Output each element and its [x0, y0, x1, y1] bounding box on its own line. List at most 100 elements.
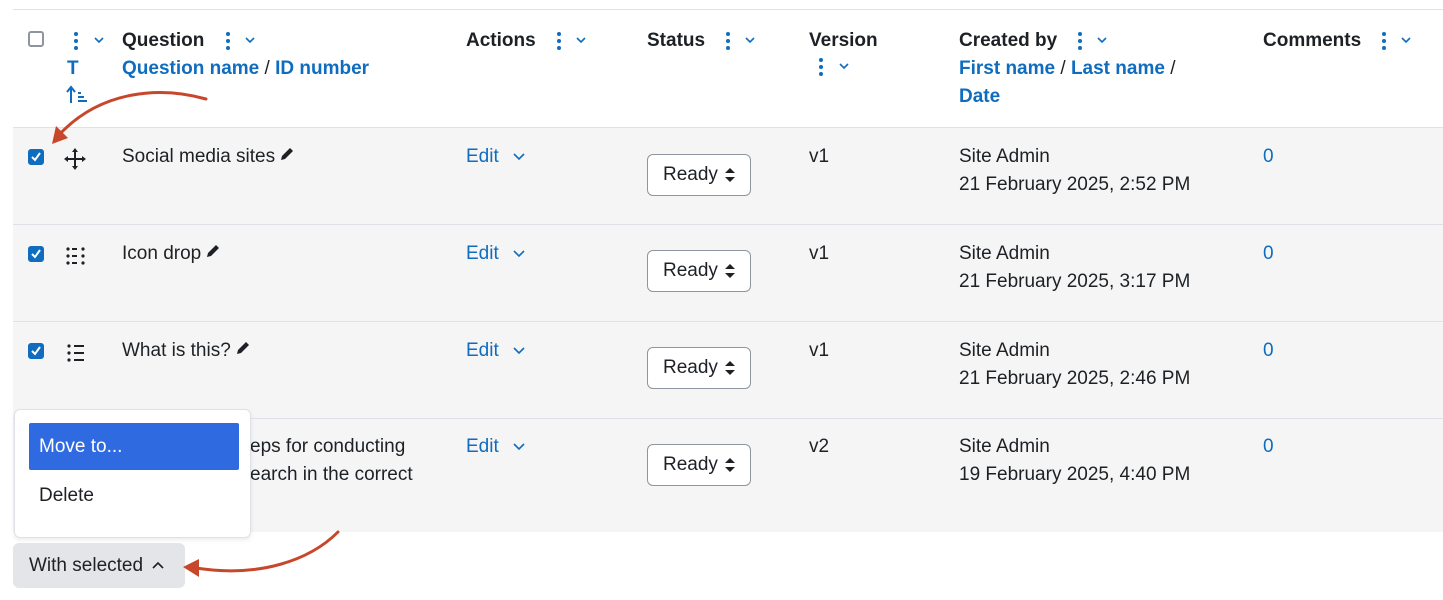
column-menu-icon[interactable]: [63, 27, 107, 55]
edit-label: Edit: [466, 436, 499, 457]
arrow-head-icon: [183, 559, 199, 577]
edit-label: Edit: [466, 146, 499, 167]
table-row: Social media sites Edit Ready v1 Site Ad…: [13, 128, 1443, 225]
status-value: Ready: [663, 260, 718, 281]
created-date: 19 February 2025, 4:40 PM: [959, 464, 1191, 485]
created-date: 21 February 2025, 3:17 PM: [959, 271, 1191, 292]
column-menu-icon[interactable]: [1380, 29, 1418, 53]
question-name-cell: Social media sites: [122, 143, 295, 171]
status-select[interactable]: Ready: [647, 347, 751, 389]
pencil-icon[interactable]: [205, 240, 221, 268]
comments-count-link[interactable]: 0: [1263, 433, 1274, 461]
column-menu-icon[interactable]: [555, 29, 593, 53]
sort-asc-icon[interactable]: [66, 83, 90, 116]
version: v1: [809, 146, 830, 167]
select-arrows-icon: [725, 361, 735, 375]
creator-name: Site Admin: [959, 243, 1050, 264]
actions-header: Actions: [466, 27, 593, 55]
id-number-sort-link[interactable]: ID number: [275, 58, 369, 79]
grid-dots-icon: [65, 246, 87, 275]
pencil-icon[interactable]: [279, 143, 295, 171]
column-menu-icon[interactable]: [812, 55, 850, 79]
chevron-down-icon: [513, 347, 525, 355]
delete-menu-item[interactable]: Delete: [29, 472, 239, 519]
table-header: T Question Question name / ID number Act…: [13, 10, 1443, 129]
separator: /: [1170, 58, 1176, 79]
comments-count-link[interactable]: 0: [1263, 240, 1274, 268]
row-checkbox[interactable]: [28, 149, 44, 165]
separator: /: [264, 58, 270, 79]
type-sort-link[interactable]: T: [67, 55, 79, 83]
version-header: Version: [809, 27, 878, 88]
creator-name: Site Admin: [959, 436, 1050, 457]
comments-header: Comments: [1263, 27, 1418, 55]
select-all-checkbox[interactable]: [28, 31, 44, 47]
created-by-header: Created by First name / Last name / Date: [959, 27, 1175, 111]
edit-menu-button[interactable]: Edit: [466, 337, 526, 365]
chevron-down-icon: [513, 250, 525, 258]
status-select[interactable]: Ready: [647, 444, 751, 486]
status-select[interactable]: Ready: [647, 250, 751, 292]
chevron-up-icon: [152, 561, 164, 569]
status-value: Ready: [663, 357, 718, 378]
status-column-menu[interactable]: [724, 29, 762, 53]
edit-menu-button[interactable]: Edit: [466, 143, 526, 171]
created-date: 21 February 2025, 2:52 PM: [959, 174, 1191, 195]
chevron-down-icon: [513, 153, 525, 161]
status-label: Status: [647, 30, 706, 51]
version-label: Version: [809, 30, 878, 51]
comments-count-link[interactable]: 0: [1263, 143, 1274, 171]
date-sort-link[interactable]: Date: [959, 86, 1000, 107]
select-arrows-icon: [725, 458, 735, 472]
edit-label: Edit: [466, 243, 499, 264]
move-icon: [64, 148, 86, 179]
created-by-cell: Site Admin 21 February 2025, 2:46 PM: [959, 337, 1190, 393]
version-column-menu[interactable]: [812, 55, 850, 88]
version: v1: [809, 243, 830, 264]
column-menu-icon[interactable]: [224, 29, 262, 53]
with-selected-menu: Move to... Delete: [14, 409, 251, 538]
question-name-cell: Icon drop: [122, 240, 221, 268]
question-name: Social media sites: [122, 146, 276, 168]
select-arrows-icon: [725, 264, 735, 278]
created-by-label: Created by: [959, 30, 1058, 51]
move-to-menu-item[interactable]: Move to...: [29, 423, 239, 470]
pencil-icon[interactable]: [235, 337, 251, 365]
first-name-sort-link[interactable]: First name: [959, 58, 1055, 79]
version: v2: [809, 436, 830, 457]
question-label: Question: [122, 30, 205, 51]
question-name: What is this?: [122, 340, 231, 362]
question-name-sort-link[interactable]: Question name: [122, 58, 259, 79]
version: v1: [809, 340, 830, 361]
question-name: Icon drop: [122, 243, 202, 265]
comments-column-menu[interactable]: [1380, 29, 1418, 53]
comments-count-link[interactable]: 0: [1263, 337, 1274, 365]
column-menu-icon[interactable]: [1076, 29, 1114, 53]
actions-label: Actions: [466, 30, 536, 51]
edit-menu-button[interactable]: Edit: [466, 433, 526, 461]
created-date: 21 February 2025, 2:46 PM: [959, 368, 1191, 389]
status-select[interactable]: Ready: [647, 154, 751, 196]
list-icon: [66, 343, 86, 372]
table-row: What is this? Edit Ready v1 Site Admin 2…: [13, 322, 1443, 419]
last-name-sort-link[interactable]: Last name: [1071, 58, 1165, 79]
with-selected-button[interactable]: With selected: [13, 543, 185, 588]
created-by-column-menu[interactable]: [1076, 29, 1114, 53]
question-column-menu[interactable]: [224, 29, 262, 53]
created-by-cell: Site Admin 21 February 2025, 2:52 PM: [959, 143, 1190, 199]
status-value: Ready: [663, 164, 718, 185]
creator-name: Site Admin: [959, 146, 1050, 167]
column-menu-icon[interactable]: [724, 29, 762, 53]
comments-label: Comments: [1263, 30, 1362, 51]
actions-column-menu[interactable]: [555, 29, 593, 53]
question-name-cell: What is this?: [122, 337, 251, 365]
status-value: Ready: [663, 454, 718, 475]
row-checkbox[interactable]: [28, 343, 44, 359]
with-selected-label: With selected: [29, 554, 144, 576]
row-checkbox[interactable]: [28, 246, 44, 262]
created-by-cell: Site Admin 19 February 2025, 4:40 PM: [959, 433, 1190, 489]
select-arrows-icon: [725, 168, 735, 182]
status-header: Status: [647, 27, 762, 55]
table-row: Icon drop Edit Ready v1 Site Admin 21 Fe…: [13, 225, 1443, 322]
edit-menu-button[interactable]: Edit: [466, 240, 526, 268]
